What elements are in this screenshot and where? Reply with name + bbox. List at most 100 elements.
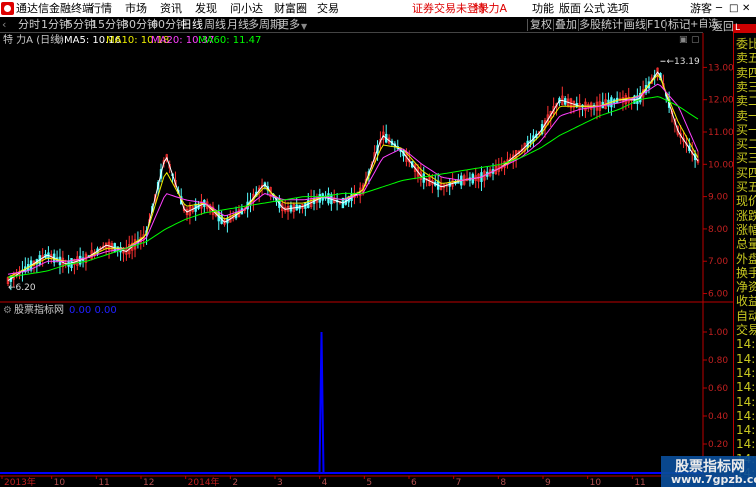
candlestick	[561, 86, 564, 106]
quote-sidebar: 委比 卖五 卖四 卖三 卖二 卖一 买一 买二 买三 买四 买五 现价 涨跌 涨幅 总量 外盘 换手 净资 收益 自动…	[733, 33, 756, 487]
candlestick	[445, 182, 449, 193]
candlestick	[307, 193, 310, 209]
candlestick	[604, 93, 607, 110]
candlestick	[240, 204, 244, 215]
y-tick-label: 11.00	[708, 128, 733, 138]
close-icon[interactable]: ✕	[742, 2, 750, 15]
candlestick	[613, 98, 616, 108]
candlestick	[402, 149, 405, 162]
x-tick-label: 6	[411, 478, 417, 487]
candlestick	[32, 259, 36, 274]
x-tick-label: 3	[277, 478, 283, 487]
sidebar-item: 买一	[736, 122, 756, 137]
x-tick-label: 9	[545, 478, 551, 487]
candlestick	[618, 92, 622, 103]
sidebar-item: 14:5	[736, 394, 756, 409]
x-tick-label: 11	[634, 478, 645, 487]
low-label: ←6.20	[8, 283, 36, 293]
sub-y-tick-label: 1.00	[708, 328, 728, 338]
sidebar-item: 14:5	[736, 365, 756, 380]
signal-spike	[318, 331, 325, 474]
candlestick	[281, 200, 284, 218]
candlestick	[333, 189, 336, 204]
candlestick	[506, 151, 509, 169]
candlestick	[477, 173, 480, 189]
x-tick-label: 10	[590, 478, 602, 487]
candlestick	[385, 124, 388, 144]
candlestick	[587, 102, 590, 113]
sidebar-item: 现价	[736, 194, 756, 209]
watermark-logo: 股票指标网 www.7gpzb.com	[661, 456, 756, 487]
candlestick	[589, 101, 593, 117]
sidebar-item: 卖三	[736, 79, 756, 94]
sidebar-item: 卖二	[736, 94, 756, 109]
y-tick-label: 10.00	[708, 160, 733, 170]
candlestick	[486, 166, 489, 180]
sub-y-tick-label: 0.80	[708, 356, 728, 366]
sidebar-item: 买三	[736, 151, 756, 166]
candlestick	[304, 202, 307, 217]
sub-y-tick-label: 0.20	[708, 440, 728, 450]
x-tick-label: 11	[98, 478, 109, 487]
sidebar-item: 外盘	[736, 251, 756, 266]
sidebar-item: 卖一	[736, 108, 756, 123]
candlestick	[203, 199, 206, 214]
sidebar-item: 净资	[736, 280, 756, 295]
candlestick	[696, 151, 700, 165]
candlestick	[292, 202, 296, 219]
candlestick	[283, 199, 287, 214]
candlestick	[301, 204, 304, 214]
candlestick	[73, 258, 76, 275]
sidebar-item: 14:5	[736, 351, 756, 366]
sidebar-item: 收益	[736, 294, 756, 309]
candlestick	[309, 189, 313, 209]
y-tick-label: 7.00	[708, 257, 728, 267]
sidebar-item: 买四	[736, 165, 756, 180]
sidebar-item: 14:5	[736, 380, 756, 395]
sub-y-tick-label: 0.40	[708, 412, 728, 422]
x-tick-label: 2014年	[188, 476, 220, 487]
candlestick	[102, 242, 105, 250]
sidebar-item: 自动	[736, 308, 756, 323]
sidebar-item: 14:5	[736, 408, 756, 423]
candlestick	[38, 250, 41, 267]
y-tick-label: 9.00	[708, 193, 728, 203]
sidebar-item: 涨幅	[736, 222, 756, 237]
x-tick-label: 2	[232, 478, 238, 487]
candlestick	[448, 178, 451, 196]
sidebar-item: 买二	[736, 137, 756, 152]
price-chart[interactable]: ←13.19 ←6.20 13.00 12.00 11.00 10.00 9.00 8.00…	[0, 0, 733, 487]
candlestick	[315, 193, 319, 210]
sidebar-item: 卖五	[736, 51, 756, 66]
watermark-line2: www.7gpzb.com	[671, 473, 756, 486]
candlestick	[78, 247, 82, 267]
x-tick-label: 5	[366, 478, 372, 487]
sidebar-item: 涨跌	[736, 208, 756, 223]
sidebar-item: 14:5	[736, 337, 756, 352]
candlestick	[298, 204, 301, 214]
sub-y-tick-label: 0.60	[708, 384, 728, 394]
candlestick	[396, 139, 399, 151]
y-tick-label: 12.00	[708, 96, 733, 106]
candlestick	[483, 169, 486, 188]
candlestick	[434, 174, 437, 187]
candlestick	[321, 192, 324, 205]
candlestick	[494, 159, 498, 176]
candlestick	[610, 95, 613, 116]
candlestick	[497, 157, 500, 176]
candlestick	[286, 201, 290, 220]
y-tick-label: 13.00	[708, 63, 733, 73]
sidebar-item: 14:5	[736, 437, 756, 452]
x-tick-label: 2013年	[4, 476, 36, 487]
candlestick	[442, 183, 446, 196]
high-label: ←13.19	[666, 57, 700, 67]
x-tick-label: 10	[54, 478, 66, 487]
candlestick	[327, 187, 330, 206]
candlestick	[119, 242, 122, 261]
candlestick	[480, 166, 483, 192]
sidebar-item: 卖四	[736, 65, 756, 80]
sidebar-item: 买五	[736, 180, 756, 194]
candlestick	[592, 102, 596, 116]
candlestick	[90, 242, 93, 261]
x-tick-label: 12	[143, 478, 154, 487]
